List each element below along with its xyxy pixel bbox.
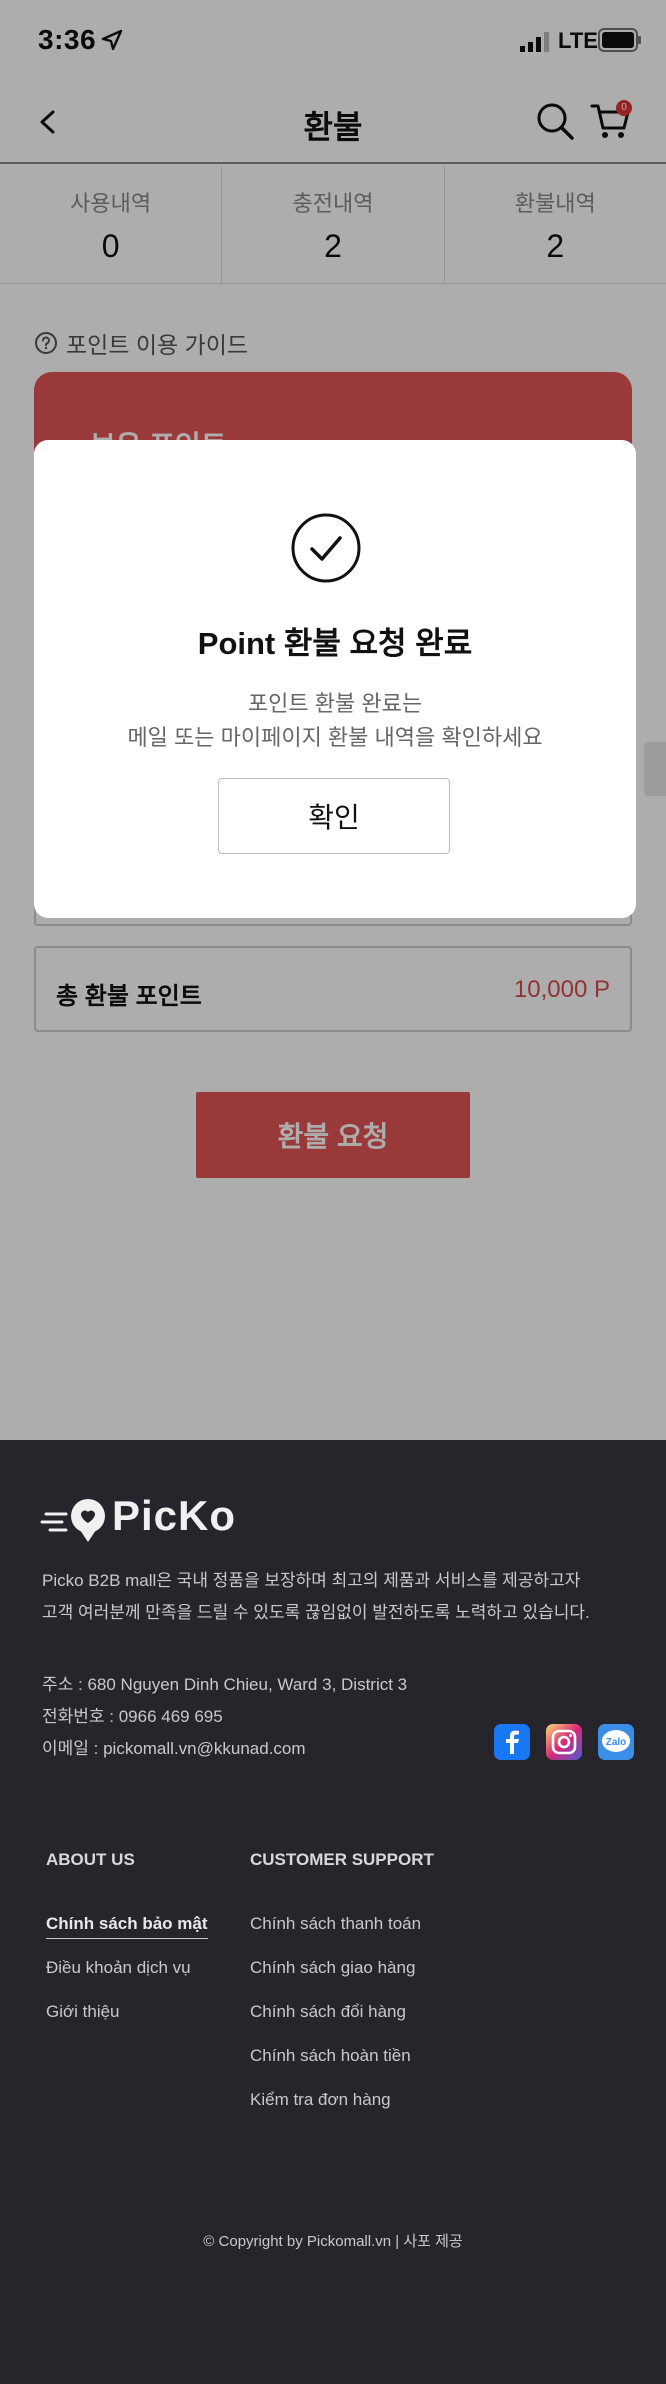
footer-link-exchange[interactable]: Chính sách đổi hàng	[250, 2002, 406, 2022]
zalo-icon[interactable]: Zalo	[598, 1724, 634, 1760]
footer-link-shipping[interactable]: Chính sách giao hàng	[250, 1958, 415, 1978]
refund-complete-modal: Point 환불 요청 완료 포인트 환불 완료는 메일 또는 마이페이지 환불…	[34, 440, 636, 918]
footer-link-order-check[interactable]: Kiểm tra đơn hàng	[250, 2090, 391, 2110]
contact-address: 주소 : 680 Nguyen Dinh Chieu, Ward 3, Dist…	[42, 1675, 408, 1694]
customer-support-title: CUSTOMER SUPPORT	[250, 1850, 434, 1869]
instagram-icon[interactable]	[546, 1724, 582, 1760]
modal-message-line1: 포인트 환불 완료는	[247, 691, 423, 716]
footer-link-terms[interactable]: Điều khoản dịch vụ	[46, 1958, 191, 1978]
zalo-label: Zalo	[606, 1737, 627, 1748]
footer-link-privacy[interactable]: Chính sách bảo mật	[46, 1914, 208, 1939]
modal-title: Point 환불 요청 완료	[197, 626, 473, 661]
confirm-button[interactable]: 확인	[218, 778, 450, 854]
about-text-line2: 고객 여러분께 만족을 드릴 수 있도록 끊임없이 발전하도록 노력하고 있습니…	[42, 1603, 590, 1622]
facebook-icon[interactable]	[494, 1724, 530, 1760]
footer-link-about[interactable]: Giới thiệu	[46, 2002, 120, 2022]
footer-link-payment[interactable]: Chính sách thanh toán	[250, 1914, 421, 1934]
footer-link-refund[interactable]: Chính sách hoàn tiền	[250, 2046, 411, 2066]
brand-name: PicKo	[112, 1492, 237, 1539]
about-us-title: ABOUT US	[46, 1850, 135, 1869]
contact-email[interactable]: 이메일 : pickomall.vn@kkunad.com	[42, 1734, 306, 1759]
site-footer: PicKo Picko B2B mall은 국내 정품을 보장하며 최고의 제품…	[0, 1440, 666, 2384]
about-text-line1: Picko B2B mall은 국내 정품을 보장하며 최고의 제품과 서비스를…	[42, 1571, 581, 1590]
copyright: © Copyright by Pickomall.vn | 사포 제공	[203, 2233, 463, 2250]
contact-phone: 전화번호 : 0966 469 695	[42, 1707, 223, 1726]
modal-message-line2: 메일 또는 마이페이지 환불 내역을 확인하세요	[127, 725, 543, 750]
check-circle-icon	[291, 513, 361, 583]
